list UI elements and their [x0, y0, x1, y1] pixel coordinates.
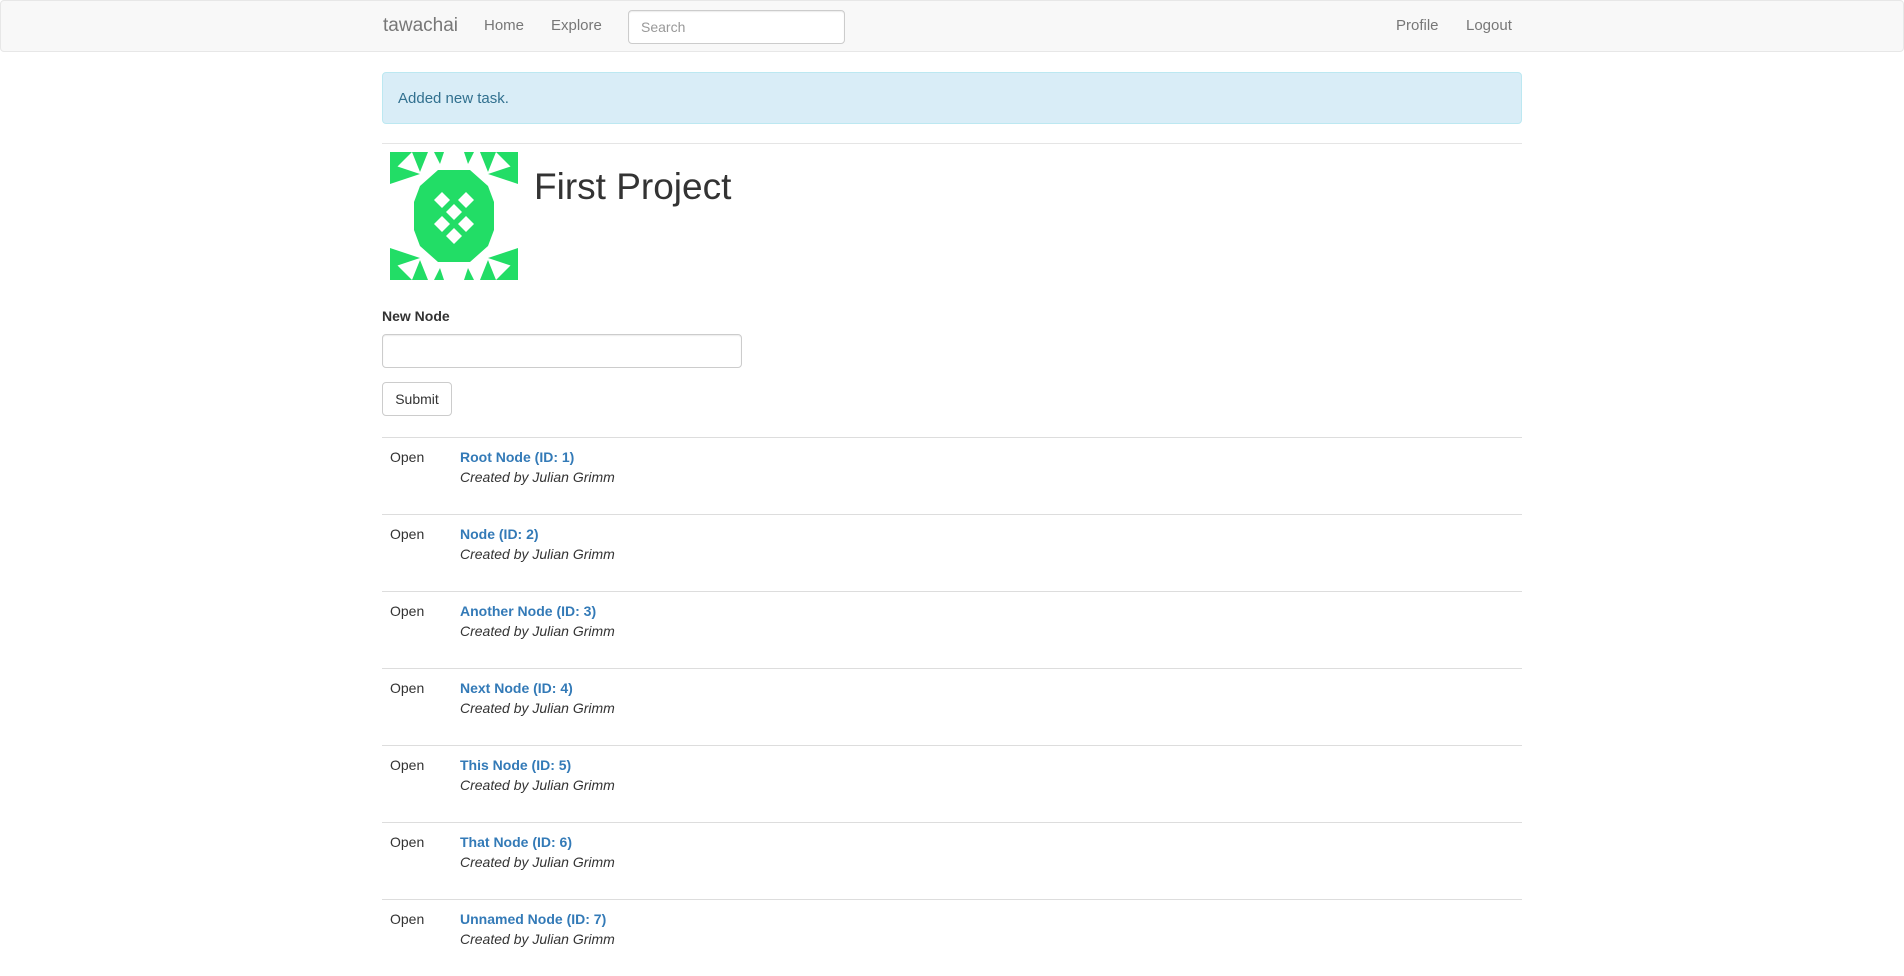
- nav-home-link[interactable]: Home: [484, 17, 524, 35]
- node-status: Open: [390, 911, 425, 927]
- node-creator: Created by Julian Grimm: [460, 546, 615, 562]
- alert-info: Added new task.: [382, 72, 1522, 124]
- node-creator: Created by Julian Grimm: [460, 931, 615, 947]
- node-title-link[interactable]: Node (ID: 2): [460, 524, 539, 544]
- table-row: Open This Node (ID: 5) Created by Julian…: [382, 745, 1522, 822]
- node-creator: Created by Julian Grimm: [460, 700, 615, 716]
- node-title-link[interactable]: Another Node (ID: 3): [460, 601, 596, 621]
- avatar-shape: [390, 164, 420, 184]
- alert-message: Added new task.: [398, 90, 509, 107]
- node-status: Open: [390, 680, 425, 696]
- node-status: Open: [390, 834, 425, 850]
- project-avatar: [390, 152, 518, 280]
- avatar-shape: [434, 268, 444, 280]
- submit-button[interactable]: Submit: [382, 382, 452, 416]
- brand-link[interactable]: tawachai: [383, 15, 458, 37]
- new-node-input[interactable]: [382, 334, 742, 368]
- avatar-shape: [434, 152, 444, 164]
- node-title-link[interactable]: Unnamed Node (ID: 7): [460, 909, 606, 929]
- node-table: Open Root Node (ID: 1) Created by Julian…: [382, 437, 1522, 976]
- avatar-shape: [488, 164, 518, 184]
- table-row: Open Another Node (ID: 3) Created by Jul…: [382, 591, 1522, 668]
- node-title-link[interactable]: That Node (ID: 6): [460, 832, 572, 852]
- new-node-label: New Node: [382, 308, 450, 324]
- node-status: Open: [390, 603, 425, 619]
- table-row: Open Node (ID: 2) Created by Julian Grim…: [382, 514, 1522, 591]
- search-input[interactable]: [628, 10, 845, 44]
- node-creator: Created by Julian Grimm: [460, 623, 615, 639]
- avatar-shape: [464, 152, 474, 164]
- nav-profile-link[interactable]: Profile: [1396, 17, 1439, 35]
- node-status: Open: [390, 757, 425, 773]
- avatar-shape: [390, 248, 420, 268]
- node-status: Open: [390, 449, 425, 465]
- avatar-shape: [412, 152, 428, 172]
- table-row: Open Unnamed Node (ID: 7) Created by Jul…: [382, 899, 1522, 976]
- node-title-link[interactable]: Root Node (ID: 1): [460, 447, 574, 467]
- node-title-link[interactable]: Next Node (ID: 4): [460, 678, 573, 698]
- navbar: tawachai Home Explore Profile Logout: [0, 0, 1904, 52]
- node-status: Open: [390, 526, 425, 542]
- nav-logout-link[interactable]: Logout: [1466, 17, 1512, 35]
- node-creator: Created by Julian Grimm: [460, 469, 615, 485]
- avatar-shape: [412, 260, 428, 280]
- divider: [382, 143, 1522, 144]
- page-title: First Project: [534, 166, 732, 207]
- avatar-shape: [464, 268, 474, 280]
- avatar-shape: [480, 152, 496, 172]
- table-row: Open Next Node (ID: 4) Created by Julian…: [382, 668, 1522, 745]
- node-title-link[interactable]: This Node (ID: 5): [460, 755, 571, 775]
- avatar-shape: [414, 170, 494, 262]
- table-row: Open Root Node (ID: 1) Created by Julian…: [382, 437, 1522, 514]
- avatar-shape: [488, 248, 518, 268]
- nav-explore-link[interactable]: Explore: [551, 17, 602, 35]
- avatar-shape: [480, 260, 496, 280]
- table-row: Open That Node (ID: 6) Created by Julian…: [382, 822, 1522, 899]
- node-creator: Created by Julian Grimm: [460, 854, 615, 870]
- node-creator: Created by Julian Grimm: [460, 777, 615, 793]
- navbar-inner: tawachai Home Explore Profile Logout: [383, 1, 1523, 53]
